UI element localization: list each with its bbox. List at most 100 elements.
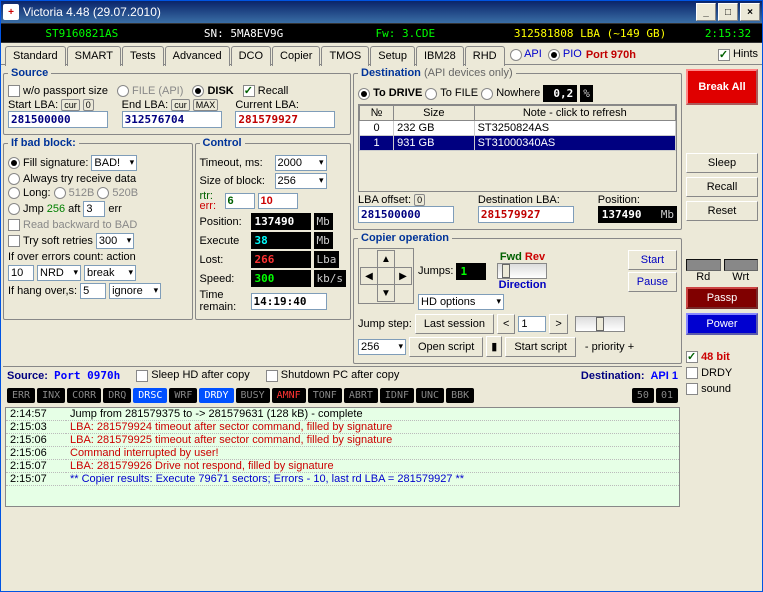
elapsed-time: 2:15:32 bbox=[698, 27, 758, 40]
tag-drdy: DRDY bbox=[199, 388, 233, 403]
shutdown-check[interactable] bbox=[266, 370, 278, 382]
recall-button[interactable]: Recall bbox=[686, 177, 758, 197]
to-file-radio[interactable] bbox=[425, 88, 437, 100]
pio-radio[interactable] bbox=[548, 49, 560, 61]
source-legend: Source bbox=[8, 67, 51, 79]
maximize-button[interactable]: □ bbox=[718, 3, 738, 21]
current-lba-input[interactable] bbox=[235, 111, 335, 128]
dest-pos-lcd: 137490 bbox=[598, 206, 658, 223]
tab-standard[interactable]: Standard bbox=[5, 46, 66, 66]
drive-model: ST9160821AS bbox=[5, 27, 159, 40]
tab-tmos[interactable]: TMOS bbox=[321, 46, 369, 66]
pause-button[interactable]: Pause bbox=[628, 272, 677, 292]
close-button[interactable]: × bbox=[740, 3, 760, 21]
reset-button[interactable]: Reset bbox=[686, 201, 758, 221]
direction-slider[interactable] bbox=[497, 263, 547, 279]
block-dropdown[interactable]: 256 bbox=[275, 173, 327, 189]
dest-lba-input[interactable] bbox=[478, 206, 574, 223]
destination-table[interactable]: №SizeNote - click to refresh0232 GBST325… bbox=[359, 105, 676, 151]
titlebar[interactable]: + Victoria 4.48 (29.07.2010) _ □ × bbox=[1, 1, 762, 23]
file-api-radio[interactable] bbox=[117, 85, 129, 97]
hang-input[interactable] bbox=[80, 283, 106, 299]
open-script-button[interactable]: Open script bbox=[409, 337, 483, 357]
end-max-button[interactable]: MAX bbox=[193, 99, 219, 111]
script-toggle-button[interactable]: ▮ bbox=[486, 336, 502, 357]
over-action-dropdown[interactable]: break bbox=[84, 265, 136, 281]
control-group: Control Timeout, ms:2000 Size of block:2… bbox=[195, 137, 352, 320]
minimize-button[interactable]: _ bbox=[696, 3, 716, 21]
sound-check[interactable] bbox=[686, 383, 698, 395]
try-soft-check[interactable] bbox=[8, 235, 20, 247]
nowhere-radio[interactable] bbox=[481, 88, 493, 100]
tab-advanced[interactable]: Advanced bbox=[165, 46, 230, 66]
over-dev-dropdown[interactable]: NRD bbox=[37, 265, 81, 281]
recall-check[interactable] bbox=[243, 85, 255, 97]
arrow-right-icon[interactable]: ▶ bbox=[394, 267, 412, 285]
log-panel[interactable]: 2:14:57Jump from 281579375 to -> 2815796… bbox=[5, 407, 680, 507]
fill-sig-radio[interactable] bbox=[8, 157, 20, 169]
jumps-lcd: 1 bbox=[456, 263, 486, 280]
break-all-button[interactable]: Break All bbox=[686, 69, 758, 105]
to-drive-radio[interactable] bbox=[358, 88, 370, 100]
end-cur-button[interactable]: cur bbox=[171, 99, 190, 111]
last-session-button[interactable]: Last session bbox=[415, 314, 494, 334]
arrow-left-icon[interactable]: ◀ bbox=[360, 267, 378, 285]
tab-ibm28[interactable]: IBM28 bbox=[416, 46, 464, 66]
hang-action-dropdown[interactable]: ignore bbox=[109, 283, 161, 299]
tag-inx: INX bbox=[37, 388, 65, 403]
tab-setup[interactable]: Setup bbox=[370, 46, 415, 66]
copier-operation-group: Copier operation ▲ ▼ ◀ ▶ Jumps: 1 bbox=[353, 232, 682, 364]
tag-idnf: IDNF bbox=[380, 388, 414, 403]
tag-busy: BUSY bbox=[236, 388, 270, 403]
status-tags: ERRINXCORRDRQDRSCWRFDRDYBUSYAMNFTONFABRT… bbox=[3, 386, 682, 405]
sleep-hd-check[interactable] bbox=[136, 370, 148, 382]
tab-smart[interactable]: SMART bbox=[67, 46, 121, 66]
spin-up-button[interactable]: > bbox=[549, 314, 567, 334]
sleep-button[interactable]: Sleep bbox=[686, 153, 758, 173]
err-count bbox=[258, 193, 298, 209]
arrow-down-icon[interactable]: ▼ bbox=[377, 284, 395, 302]
aft-input[interactable] bbox=[83, 201, 105, 217]
start-button[interactable]: Start bbox=[628, 250, 677, 270]
tab-copier[interactable]: Copier bbox=[272, 46, 320, 66]
lba-offset-input[interactable] bbox=[358, 206, 454, 223]
table-row[interactable]: 0232 GBST3250824AS bbox=[360, 121, 676, 136]
hints-check[interactable] bbox=[718, 49, 730, 61]
api-radio[interactable] bbox=[510, 49, 522, 61]
spin-down-button[interactable]: < bbox=[497, 314, 515, 334]
tab-tests[interactable]: Tests bbox=[122, 46, 164, 66]
end-lba-input[interactable] bbox=[122, 111, 222, 128]
log-row: 2:15:03LBA: 281579924 timeout after sect… bbox=[6, 421, 679, 434]
arrow-up-icon[interactable]: ▲ bbox=[377, 250, 395, 268]
jmp-radio[interactable] bbox=[8, 203, 20, 215]
lba-off-zero-button[interactable]: 0 bbox=[414, 194, 425, 206]
priority-slider[interactable] bbox=[575, 316, 625, 332]
power-button[interactable]: Power bbox=[686, 313, 758, 335]
start-zero-button[interactable]: 0 bbox=[83, 99, 94, 111]
long-radio[interactable] bbox=[8, 187, 20, 199]
execute-lcd: 38 bbox=[251, 232, 311, 249]
timeout-dropdown[interactable]: 2000 bbox=[275, 155, 327, 171]
soft-retries-dropdown[interactable]: 300 bbox=[96, 233, 134, 249]
passp-button[interactable]: Passp bbox=[686, 287, 758, 309]
hd-options-dropdown[interactable]: HD options bbox=[418, 294, 504, 310]
tab-dco[interactable]: DCO bbox=[231, 46, 271, 66]
disk-radio[interactable] bbox=[192, 85, 204, 97]
start-cur-button[interactable]: cur bbox=[61, 99, 80, 111]
log-row: 2:15:06LBA: 281579925 timeout after sect… bbox=[6, 434, 679, 447]
direction-arrows[interactable]: ▲ ▼ ◀ ▶ bbox=[358, 248, 414, 304]
drdy-check[interactable] bbox=[686, 367, 698, 379]
over-count-input[interactable] bbox=[8, 265, 34, 281]
48bit-check[interactable] bbox=[686, 351, 698, 363]
fill-sig-dropdown[interactable]: BAD! bbox=[91, 155, 137, 171]
always-radio[interactable] bbox=[8, 173, 20, 185]
table-row[interactable]: 1931 GBST31000340AS bbox=[360, 136, 676, 151]
start-lba-input[interactable] bbox=[8, 111, 108, 128]
jump-step-dropdown[interactable]: 256 bbox=[358, 339, 406, 355]
start-script-button[interactable]: Start script bbox=[505, 337, 576, 357]
wo-passport-check[interactable] bbox=[8, 85, 20, 97]
spin-input[interactable] bbox=[518, 316, 546, 332]
tag-amnf: AMNF bbox=[272, 388, 306, 403]
rtr-input[interactable] bbox=[225, 193, 255, 209]
tab-rhd[interactable]: RHD bbox=[465, 46, 505, 66]
